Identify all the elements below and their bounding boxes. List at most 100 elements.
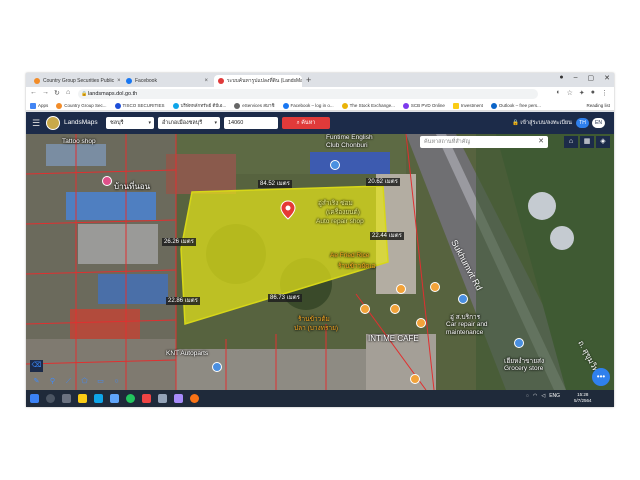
volume-icon[interactable]: ◁: [541, 393, 545, 399]
building-icon[interactable]: ⌂: [564, 136, 578, 148]
map-view[interactable]: ค้นหาสถานที่สำคัญ ✕ ⌂ ▦ ◈ Funtime Englis…: [26, 134, 614, 390]
bookmark-item[interactable]: Outlook – free pers...: [490, 102, 541, 109]
marker-icon[interactable]: ⚲: [46, 376, 59, 388]
bookmark-item[interactable]: Investment: [452, 102, 483, 109]
place-label: Tattoo shop: [62, 138, 96, 145]
maximize-icon[interactable]: ▢: [588, 74, 595, 82]
home-icon[interactable]: ⌂: [66, 89, 70, 96]
map-search-input[interactable]: ค้นหาสถานที่สำคัญ ✕: [420, 136, 548, 148]
extension-icon[interactable]: ◐: [556, 89, 560, 97]
tab-facebook[interactable]: Facebook ×: [122, 75, 212, 87]
poi-pin[interactable]: [360, 304, 370, 314]
poi-pin[interactable]: [330, 160, 340, 170]
polygon-icon[interactable]: ⬠: [78, 376, 91, 388]
windows-taskbar: ◌ ◠ ◁ ENG 15:28 5/7/2564: [26, 390, 614, 407]
tab-landsmaps[interactable]: ระบบค้นหารูปแปลงที่ดิน (LandsMaps ×: [214, 75, 302, 87]
tray-icon[interactable]: ◌: [526, 393, 529, 399]
poi-pin[interactable]: [430, 282, 440, 292]
tab-country-group[interactable]: Country Group Securities Public ×: [30, 75, 120, 87]
district-select[interactable]: อำเภอเมืองชลบุรี ▾: [158, 117, 220, 129]
lang-en-button[interactable]: EN: [592, 118, 605, 128]
more-options-button[interactable]: •••: [592, 368, 610, 386]
explorer-icon[interactable]: [78, 394, 87, 403]
app-icon[interactable]: [190, 394, 199, 403]
poi-pin[interactable]: [396, 284, 406, 294]
rectangle-icon[interactable]: ▭: [94, 376, 107, 388]
poi-pin[interactable]: [514, 338, 524, 348]
login-link[interactable]: 🔒 เข้าสู่ระบบ/ลงทะเบียน: [512, 119, 572, 127]
app-icon[interactable]: [158, 394, 167, 403]
windows-start-icon[interactable]: [30, 394, 39, 403]
reload-icon[interactable]: ↻: [54, 89, 60, 97]
edge-icon[interactable]: [94, 394, 103, 403]
browser-window: Country Group Securities Public × Facebo…: [26, 73, 614, 407]
app-icon[interactable]: [174, 394, 183, 403]
close-window-icon[interactable]: ✕: [604, 74, 610, 82]
line-icon[interactable]: ⟋: [62, 376, 75, 388]
account-icon[interactable]: ●: [591, 89, 595, 97]
eraser-icon[interactable]: ⌫: [30, 360, 43, 372]
search-button[interactable]: ⌕ ค้นหา: [282, 117, 330, 129]
lock-icon: 🔒: [512, 120, 519, 126]
poi-pin[interactable]: [390, 304, 400, 314]
place-label: KNT Autoparts: [166, 350, 209, 357]
bookmark-item[interactable]: บริษัทหลักทรัพย์ ดีบีเอ...: [172, 102, 226, 109]
clear-icon[interactable]: ✕: [538, 136, 544, 148]
poi-pin[interactable]: [102, 176, 112, 186]
bookmark-item[interactable]: The Stock Exchange...: [341, 102, 395, 109]
grid-icon[interactable]: ▦: [580, 136, 594, 148]
place-label: INTIME CAFE: [368, 334, 419, 343]
minimize-icon[interactable]: –: [574, 74, 578, 82]
close-icon[interactable]: ×: [117, 78, 120, 84]
parcel-number-input[interactable]: 14060: [224, 117, 278, 129]
edge-length-label: 22.44 เมตร: [370, 232, 404, 240]
circle-icon[interactable]: ○: [110, 376, 123, 388]
chrome-icon[interactable]: [126, 394, 135, 403]
map-pin-icon: [218, 78, 224, 84]
back-icon[interactable]: ←: [30, 89, 37, 96]
window-controls: ● – ▢ ✕: [559, 74, 610, 82]
edge-length-label: 22.86 เมตร: [166, 297, 200, 305]
wifi-icon[interactable]: ◠: [533, 393, 537, 399]
search-icon[interactable]: [46, 394, 55, 403]
edge-length-label: 26.26 เมตร: [162, 238, 196, 246]
province-select[interactable]: ชลบุรี ▾: [106, 117, 154, 129]
bookmark-item[interactable]: eServices สมาชิ: [234, 102, 275, 109]
store-icon[interactable]: [110, 394, 119, 403]
poi-pin[interactable]: [410, 374, 420, 384]
system-clock[interactable]: 15:28 5/7/2564: [574, 392, 592, 404]
place-label: บ้านที่นอน: [114, 182, 151, 191]
bookmark-item[interactable]: Facebook – log in o...: [282, 102, 334, 109]
profile-icon[interactable]: ●: [559, 74, 563, 82]
language-indicator[interactable]: ENG: [549, 393, 560, 399]
puzzle-icon[interactable]: ✦: [579, 89, 585, 97]
poi-pin[interactable]: [212, 362, 222, 372]
country-group-icon: [34, 78, 40, 84]
lang-th-button[interactable]: TH: [576, 118, 589, 128]
apps-icon: [30, 102, 36, 109]
close-icon[interactable]: ×: [204, 78, 208, 84]
poi-pin[interactable]: [458, 294, 468, 304]
bookmark-icon: [234, 102, 241, 109]
browser-actions: ◐ ☆ ✦ ● ⋮: [556, 89, 608, 97]
star-icon[interactable]: ☆: [567, 89, 573, 97]
drawing-toolbar: ⌫ ✎ ⚲ ⟋ ⬠ ▭ ○: [26, 360, 134, 390]
bookmark-apps[interactable]: Apps: [30, 102, 48, 109]
task-view-icon[interactable]: [62, 394, 71, 403]
bookmark-item[interactable]: TISCO SECURITIES: [114, 102, 165, 109]
poi-pin[interactable]: [416, 318, 426, 328]
url-input[interactable]: 🔒 landsmaps.dol.go.th: [78, 89, 538, 99]
forward-icon[interactable]: →: [42, 89, 49, 96]
place-label: Auto repair shop: [316, 218, 364, 225]
place-label: (เครื่องยนต์): [326, 209, 360, 216]
new-tab-button[interactable]: +: [306, 75, 311, 85]
layers-icon[interactable]: ◈: [596, 136, 610, 148]
menu-icon[interactable]: ⋮: [601, 89, 608, 97]
bookmark-item[interactable]: Country Group Sec...: [56, 102, 107, 109]
ruler-icon[interactable]: ✎: [30, 376, 43, 388]
bookmark-item[interactable]: SCB PVD Online: [402, 102, 445, 109]
tab-strip: Country Group Securities Public × Facebo…: [26, 73, 614, 87]
hamburger-menu-icon[interactable]: ☰: [32, 118, 40, 129]
reading-list[interactable]: Reading list: [586, 103, 614, 108]
app-icon[interactable]: [142, 394, 151, 403]
